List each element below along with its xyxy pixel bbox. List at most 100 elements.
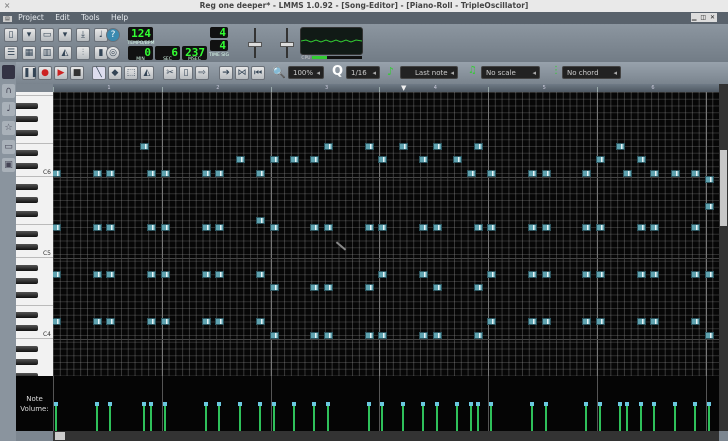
note[interactable] xyxy=(528,169,537,177)
close-icon[interactable]: × xyxy=(4,0,10,12)
note[interactable] xyxy=(650,318,660,325)
note[interactable] xyxy=(636,156,646,163)
copy-button[interactable]: ▯ xyxy=(179,66,193,80)
note[interactable] xyxy=(650,270,660,278)
song-editor-icon[interactable]: ☰ xyxy=(4,46,18,60)
note[interactable] xyxy=(528,223,537,231)
note[interactable] xyxy=(201,318,211,325)
black-key[interactable] xyxy=(16,311,38,318)
note[interactable] xyxy=(398,142,408,150)
note[interactable] xyxy=(310,223,320,231)
volume-bar[interactable] xyxy=(706,401,711,431)
note[interactable] xyxy=(691,270,701,278)
note[interactable] xyxy=(691,169,701,177)
chord-combo[interactable]: No chord xyxy=(562,66,621,80)
note-icon[interactable]: ♩ xyxy=(2,102,15,116)
note[interactable] xyxy=(582,270,592,278)
menu-tools[interactable]: Tools xyxy=(81,13,99,22)
black-key[interactable] xyxy=(16,102,38,109)
timesig-denominator[interactable]: 4 xyxy=(210,40,228,51)
window-controls[interactable]: ▁ ◫ ✕ xyxy=(690,13,717,22)
select-mode-button[interactable]: ⬚ xyxy=(124,66,138,80)
note[interactable] xyxy=(466,169,476,177)
note[interactable] xyxy=(53,270,61,278)
black-key[interactable] xyxy=(16,264,38,271)
volume-bar[interactable] xyxy=(468,401,473,431)
headphones-icon[interactable]: ∩ xyxy=(2,84,15,98)
star-icon[interactable]: ☆ xyxy=(2,121,15,135)
vscroll-handle[interactable] xyxy=(720,150,727,226)
note[interactable] xyxy=(147,318,157,325)
note[interactable] xyxy=(147,270,157,278)
volume-bar[interactable] xyxy=(455,401,460,431)
volume-bar[interactable] xyxy=(530,401,534,431)
scale-combo[interactable]: No scale xyxy=(481,66,540,80)
volume-bar[interactable] xyxy=(108,401,113,431)
note[interactable] xyxy=(473,331,483,339)
black-key[interactable] xyxy=(16,149,38,156)
note[interactable] xyxy=(596,156,605,163)
note[interactable] xyxy=(269,223,279,231)
piano-keyboard[interactable]: C6 C5 C4 xyxy=(16,92,53,376)
note[interactable] xyxy=(378,156,388,163)
volume-bar[interactable] xyxy=(203,401,208,431)
note[interactable] xyxy=(596,270,605,278)
note[interactable] xyxy=(324,142,333,150)
note[interactable] xyxy=(473,142,483,150)
volume-bar[interactable] xyxy=(366,401,371,431)
note[interactable] xyxy=(432,142,442,150)
note[interactable] xyxy=(201,169,211,177)
stop-button[interactable]: ■ xyxy=(70,66,84,80)
volume-bar[interactable] xyxy=(672,401,677,431)
volume-bar[interactable] xyxy=(584,401,589,431)
note[interactable] xyxy=(215,223,225,231)
note[interactable] xyxy=(432,223,442,231)
new-from-template-icon[interactable]: ▾ xyxy=(22,28,36,42)
note[interactable] xyxy=(290,156,299,163)
note[interactable] xyxy=(541,270,551,278)
note[interactable] xyxy=(147,223,157,231)
note[interactable] xyxy=(364,223,374,231)
volume-bar[interactable] xyxy=(237,401,242,431)
black-key[interactable] xyxy=(16,129,38,136)
note[interactable] xyxy=(215,318,225,325)
note[interactable] xyxy=(636,270,646,278)
volume-bar[interactable] xyxy=(638,401,643,431)
loop-points-button[interactable]: ⋈ xyxy=(235,66,249,80)
volume-bar[interactable] xyxy=(312,401,317,431)
volume-bar[interactable] xyxy=(162,401,167,431)
note[interactable] xyxy=(364,331,374,339)
note[interactable] xyxy=(215,169,225,177)
note[interactable] xyxy=(378,270,388,278)
volume-bar[interactable] xyxy=(489,401,494,431)
beat-bassline-icon[interactable]: ▦ xyxy=(22,46,36,60)
note[interactable] xyxy=(616,142,626,150)
note[interactable] xyxy=(487,223,497,231)
volume-bar[interactable] xyxy=(693,401,698,431)
black-key[interactable] xyxy=(16,230,38,237)
black-key[interactable] xyxy=(16,345,38,352)
note[interactable] xyxy=(324,284,333,292)
note[interactable] xyxy=(419,156,429,163)
note[interactable] xyxy=(670,169,680,177)
quantize-combo[interactable]: 1/16 xyxy=(346,66,380,80)
volume-bar[interactable] xyxy=(434,401,439,431)
record-while-playing-button[interactable]: ▶ xyxy=(54,66,68,80)
black-key[interactable] xyxy=(16,183,38,190)
note[interactable] xyxy=(541,223,551,231)
note[interactable] xyxy=(473,284,483,292)
black-key[interactable] xyxy=(16,244,38,251)
automation-editor-icon[interactable]: ◭ xyxy=(58,46,72,60)
note[interactable] xyxy=(650,169,660,177)
note[interactable] xyxy=(704,203,714,211)
note-length-combo[interactable]: Last note xyxy=(400,66,458,80)
volume-bar[interactable] xyxy=(543,401,548,431)
note[interactable] xyxy=(256,270,265,278)
note[interactable] xyxy=(582,169,592,177)
volume-bar[interactable] xyxy=(326,401,330,431)
playhead-marker[interactable]: ▼ xyxy=(401,85,406,92)
note[interactable] xyxy=(691,223,701,231)
black-key[interactable] xyxy=(16,278,38,284)
menu-edit[interactable]: Edit xyxy=(55,13,70,22)
note[interactable] xyxy=(432,331,442,339)
